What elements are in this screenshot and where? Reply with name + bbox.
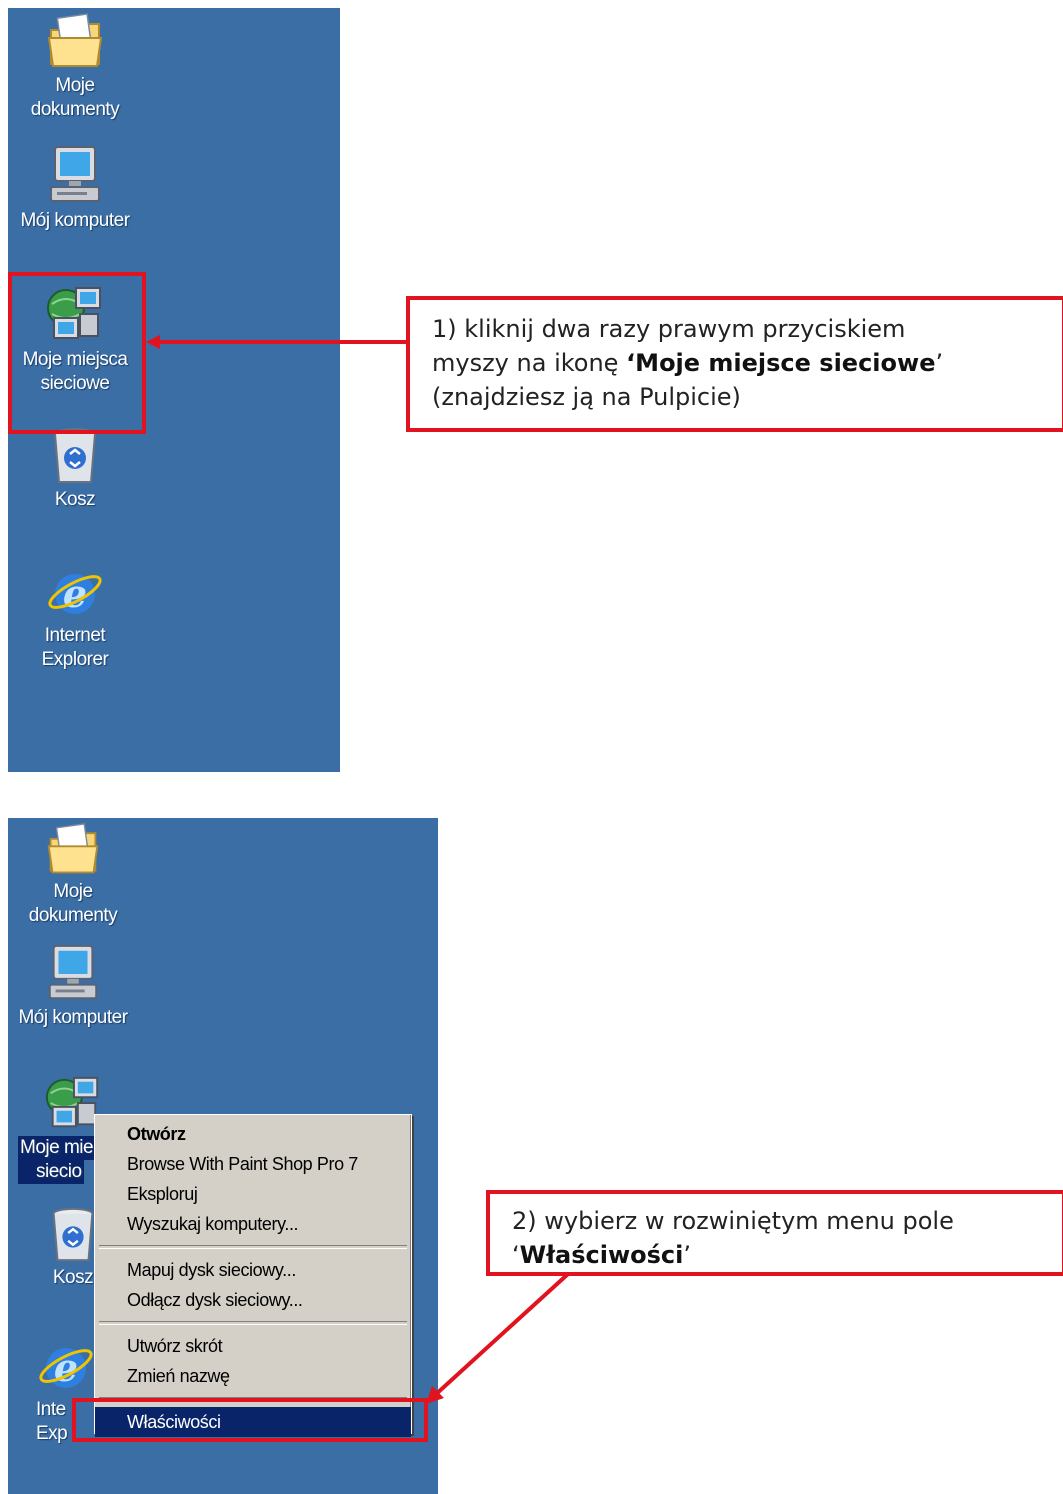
menu-item-disconnect-network-drive[interactable]: Odłącz dysk sieciowy... xyxy=(95,1285,411,1315)
menu-item-map-network-drive[interactable]: Mapuj dysk sieciowy... xyxy=(95,1255,411,1285)
callout-2-bold: Właściwości xyxy=(519,1241,684,1269)
context-menu: Otwórz Browse With Paint Shop Pro 7 Eksp… xyxy=(94,1114,412,1437)
label-line2: Explorer xyxy=(41,649,109,670)
label-line2: dokumenty xyxy=(28,905,118,926)
recycle-bin-icon xyxy=(52,1207,94,1262)
desktop-icon-internet-explorer[interactable]: e Internet Explorer xyxy=(10,562,140,672)
label-line2: siecio xyxy=(18,1160,84,1184)
connector-line-2 xyxy=(426,1272,570,1404)
menu-item-explore[interactable]: Eksploruj xyxy=(95,1179,411,1209)
callout-2-line1: 2) wybierz w rozwiniętym menu pole xyxy=(512,1207,954,1235)
callout-1-bold: ‘Moje miejsce sieciowe xyxy=(626,349,936,377)
label-line1: Kosz xyxy=(54,489,96,510)
folder-icon xyxy=(47,823,99,874)
menu-separator xyxy=(99,1245,407,1249)
callout-1-line2: myszy na ikonę ‘Moje miejsce sieciowe’ xyxy=(432,349,944,377)
callout-1-line3: (znajdziesz ją na Pulpicie) xyxy=(432,383,741,411)
desktop-icon-my-computer[interactable]: Mój komputer xyxy=(8,944,138,1030)
desktop-icon-my-computer[interactable]: Mój komputer xyxy=(10,145,140,233)
label-line1: Mój komputer xyxy=(20,210,130,231)
menu-item-browse-paint-shop[interactable]: Browse With Paint Shop Pro 7 xyxy=(95,1149,411,1179)
highlight-box-network-icon xyxy=(8,272,146,434)
menu-item-rename[interactable]: Zmień nazwę xyxy=(95,1361,411,1391)
callout-2-line2: ‘Właściwości’ xyxy=(512,1241,691,1269)
menu-item-search-computers[interactable]: Wyszukaj komputery... xyxy=(95,1209,411,1239)
instruction-callout-2: 2) wybierz w rozwiniętym menu pole ‘Właś… xyxy=(486,1190,1063,1276)
label-line1: Moje xyxy=(53,881,93,902)
desktop-icon-my-documents[interactable]: Moje dokumenty xyxy=(8,822,138,928)
menu-separator xyxy=(99,1321,407,1325)
instruction-callout-1: 1) kliknij dwa razy prawym przyciskiem m… xyxy=(406,296,1063,432)
ie-icon: e xyxy=(39,1345,93,1390)
label-line1: Mój komputer xyxy=(18,1007,128,1028)
label-line1: Internet xyxy=(44,625,106,646)
label-line1: Moje mie xyxy=(18,1136,96,1160)
computer-icon xyxy=(50,146,100,202)
desktop-icon-recycle-bin[interactable]: Kosz xyxy=(10,426,140,512)
label-line2: dokumenty xyxy=(30,99,120,120)
ie-icon: e xyxy=(48,571,102,616)
label-line1: Moje xyxy=(55,75,95,96)
highlight-box-properties xyxy=(72,1398,428,1442)
recycle-bin-icon xyxy=(54,428,96,483)
menu-item-open[interactable]: Otwórz xyxy=(95,1119,411,1149)
computer-icon xyxy=(48,944,98,1000)
callout-1-line1: 1) kliknij dwa razy prawym przyciskiem xyxy=(432,315,906,343)
arrowhead-icon xyxy=(146,335,160,349)
connector-line-1 xyxy=(150,340,408,344)
menu-item-create-shortcut[interactable]: Utwórz skrót xyxy=(95,1331,411,1361)
desktop-icon-my-documents[interactable]: Moje dokumenty xyxy=(10,12,140,122)
folder-icon xyxy=(47,13,103,67)
